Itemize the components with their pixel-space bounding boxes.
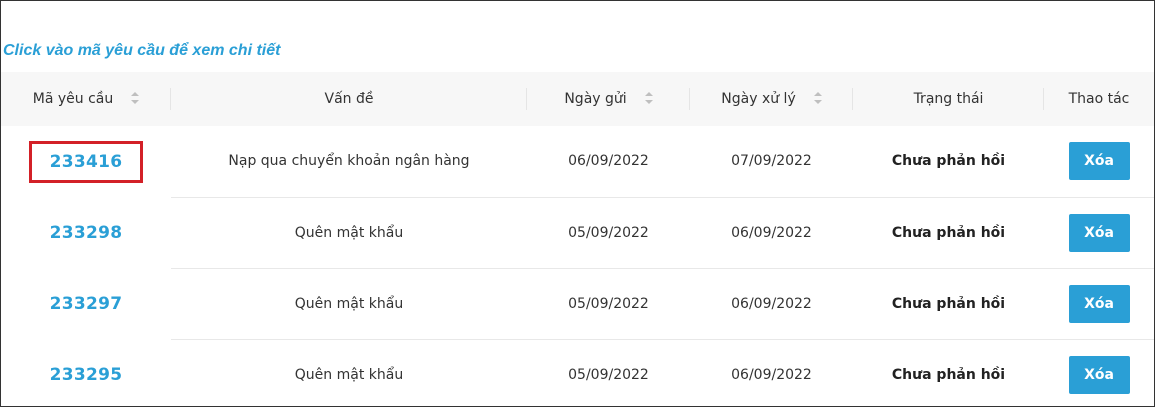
table-row: 233298 Quên mật khẩu 05/09/2022 06/09/20… <box>1 197 1154 269</box>
table-row: 233297 Quên mật khẩu 05/09/2022 06/09/20… <box>1 268 1154 340</box>
cell-sent-date: 05/09/2022 <box>527 339 690 406</box>
status-text: Chưa phản hồi <box>891 224 1006 241</box>
cell-code: 233297 <box>1 268 171 339</box>
request-code-link[interactable]: 233295 <box>50 365 123 385</box>
delete-button[interactable]: Xóa <box>1068 355 1130 394</box>
header-actions-label: Thao tác <box>1068 91 1130 107</box>
cell-processed-date: 06/09/2022 <box>690 339 853 406</box>
hint-text: Click vào mã yêu cầu để xem chi tiết <box>3 42 281 59</box>
cell-code: 233416 <box>1 126 171 197</box>
request-code-link[interactable]: 233298 <box>50 223 123 243</box>
cell-sent-date: 05/09/2022 <box>527 197 690 269</box>
table-row: 233416 Nạp qua chuyển khoản ngân hàng 06… <box>1 126 1154 198</box>
header-code[interactable]: Mã yêu cầu <box>1 72 171 126</box>
cell-sent-date: 05/09/2022 <box>527 268 690 340</box>
status-text: Chưa phản hồi <box>891 366 1006 383</box>
header-processed-date[interactable]: Ngày xử lý <box>690 72 853 126</box>
header-issue-label: Vấn đề <box>324 91 374 107</box>
delete-button[interactable]: Xóa <box>1068 284 1130 323</box>
sort-icon[interactable] <box>813 92 822 104</box>
request-code-link[interactable]: 233416 <box>28 140 144 183</box>
support-requests-panel: Click vào mã yêu cầu để xem chi tiết Mã … <box>0 0 1155 407</box>
header-actions: Thao tác <box>1044 72 1154 126</box>
cell-status: Chưa phản hồi <box>853 339 1044 406</box>
status-text: Chưa phản hồi <box>891 153 1006 170</box>
header-processed-date-label: Ngày xử lý <box>721 91 796 107</box>
cell-code: 233298 <box>1 197 171 268</box>
header-code-label: Mã yêu cầu <box>32 91 114 107</box>
cell-status: Chưa phản hồi <box>853 197 1044 269</box>
header-status-label: Trạng thái <box>913 91 984 107</box>
cell-actions: Xóa <box>1044 126 1154 198</box>
header-sent-date[interactable]: Ngày gửi <box>527 72 690 126</box>
sort-icon[interactable] <box>644 92 653 104</box>
header-status: Trạng thái <box>853 72 1044 126</box>
status-text: Chưa phản hồi <box>891 295 1006 312</box>
table-row: 233295 Quên mật khẩu 05/09/2022 06/09/20… <box>1 339 1154 406</box>
sort-icon[interactable] <box>131 92 140 104</box>
cell-issue: Quên mật khẩu <box>171 339 527 406</box>
table-header: Mã yêu cầu Vấn đề Ngày gửi Ngày xử lý Tr… <box>1 72 1154 126</box>
cell-actions: Xóa <box>1044 339 1154 406</box>
cell-issue: Quên mật khẩu <box>171 268 527 340</box>
header-sent-date-label: Ngày gửi <box>564 91 627 107</box>
delete-button[interactable]: Xóa <box>1068 142 1130 181</box>
cell-processed-date: 06/09/2022 <box>690 197 853 269</box>
request-code-link[interactable]: 233297 <box>50 294 123 314</box>
cell-actions: Xóa <box>1044 197 1154 269</box>
cell-status: Chưa phản hồi <box>853 126 1044 198</box>
cell-actions: Xóa <box>1044 268 1154 340</box>
delete-button[interactable]: Xóa <box>1068 213 1130 252</box>
header-issue: Vấn đề <box>171 72 527 126</box>
cell-code: 233295 <box>1 339 171 406</box>
cell-issue: Nạp qua chuyển khoản ngân hàng <box>171 126 527 198</box>
cell-processed-date: 06/09/2022 <box>690 268 853 340</box>
requests-table: Mã yêu cầu Vấn đề Ngày gửi Ngày xử lý Tr… <box>1 72 1154 406</box>
cell-status: Chưa phản hồi <box>853 268 1044 340</box>
cell-processed-date: 07/09/2022 <box>690 126 853 198</box>
cell-issue: Quên mật khẩu <box>171 197 527 269</box>
cell-sent-date: 06/09/2022 <box>527 126 690 198</box>
